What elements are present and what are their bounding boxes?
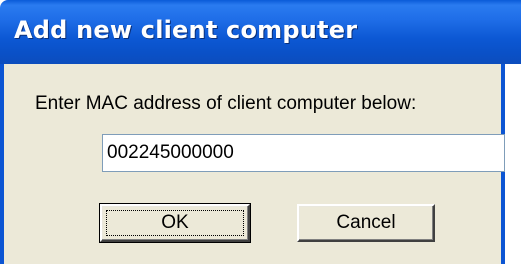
cancel-button[interactable]: Cancel [297, 204, 435, 242]
add-client-dialog: Add new client computer Enter MAC addres… [0, 0, 521, 264]
mac-prompt-label: Enter MAC address of client computer bel… [35, 93, 417, 114]
cancel-button-label: Cancel [336, 212, 396, 233]
mac-address-input[interactable] [102, 134, 505, 172]
dialog-body: Enter MAC address of client computer bel… [0, 64, 505, 264]
title-bar[interactable]: Add new client computer [0, 0, 521, 64]
window-title: Add new client computer [14, 16, 358, 44]
ok-button-label: OK [161, 212, 189, 233]
ok-button[interactable]: OK [99, 203, 251, 243]
